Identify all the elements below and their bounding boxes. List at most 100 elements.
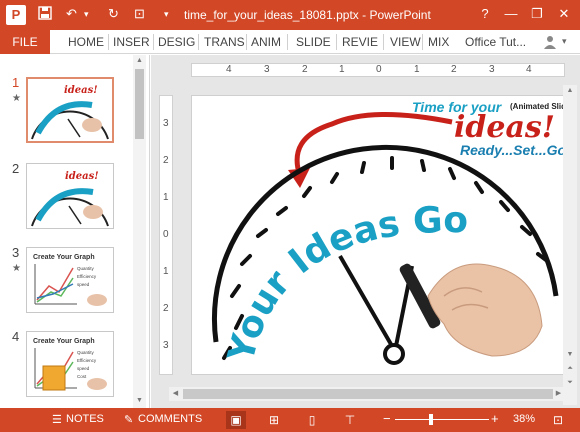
ruler-tick-label: 2 [451, 64, 457, 75]
start-slideshow-icon[interactable]: ⊡ [134, 6, 145, 22]
tab-review[interactable]: REVIE [342, 35, 378, 49]
hand-with-marker-icon [399, 263, 543, 357]
user-icon[interactable] [542, 34, 558, 53]
thumb-graph-title: Create Your Graph [33, 254, 95, 261]
comments-icon[interactable]: ✎ [124, 413, 133, 426]
thumb-graph-item: Cost [77, 374, 87, 379]
ruler-tick-label: 2 [163, 155, 169, 166]
account-name[interactable]: Office Tut... [465, 35, 526, 49]
help-button[interactable]: ? [474, 4, 496, 24]
status-bar: ☰ NOTES ✎ COMMENTS ▣ ⊞ ▯ ⊤ − + 38% ⊡ [0, 408, 580, 432]
reading-view-icon[interactable]: ▯ [302, 411, 322, 429]
editor-vertical-scrollbar[interactable]: ▲ ▼ ⏶ ⏷ [563, 85, 577, 405]
previous-slide-icon[interactable]: ⏶ [563, 365, 577, 373]
tab-animations[interactable]: ANIM [251, 35, 281, 49]
thumb-graph-item: Quantity [77, 350, 95, 355]
zoom-in-button[interactable]: + [491, 411, 499, 426]
scroll-down-icon[interactable]: ▼ [133, 397, 146, 404]
tab-slideshow[interactable]: SLIDE [296, 35, 331, 49]
next-slide-icon[interactable]: ⏷ [563, 379, 577, 387]
animation-star-icon: ★ [12, 93, 21, 104]
tab-transitions[interactable]: TRANS [204, 35, 245, 49]
horizontal-ruler: 4 3 2 1 0 1 2 3 4 [191, 63, 565, 77]
thumb-graph-item: speed [77, 366, 90, 371]
tab-separator [153, 34, 154, 50]
slide-sorter-icon[interactable]: ⊞ [264, 411, 284, 429]
slideshow-view-icon[interactable]: ⊤ [340, 411, 360, 429]
ruler-tick-label: 3 [163, 118, 169, 129]
tab-separator [287, 34, 288, 50]
zoom-level[interactable]: 38% [513, 413, 535, 425]
clock-center-pin [383, 343, 405, 365]
tab-file[interactable]: FILE [0, 30, 50, 54]
tab-design[interactable]: DESIG [158, 35, 195, 49]
thumb-graph-item: Quantity [77, 266, 95, 271]
zoom-slider[interactable] [395, 419, 489, 420]
tab-mix[interactable]: MIX [428, 35, 449, 49]
slide-editor: 4 3 2 1 0 1 2 3 4 3 2 1 0 1 2 3 Your Ide… [151, 55, 580, 408]
notes-button[interactable]: NOTES [66, 413, 104, 425]
zoom-slider-handle[interactable] [429, 414, 433, 425]
thumb-graph-title: Create Your Graph [33, 338, 95, 345]
red-arrow-swoosh [294, 112, 453, 177]
ruler-tick-label: 3 [163, 340, 169, 351]
clock-hand-minute [338, 254, 394, 348]
animated-slide-label[interactable]: (Animated Slide) [510, 102, 564, 111]
undo-dropdown-icon[interactable]: ▾ [84, 9, 89, 20]
customize-toolbar-icon[interactable]: ▾ [164, 9, 169, 20]
slide-title-ideas[interactable]: ideas! [454, 110, 555, 145]
fit-to-window-icon[interactable]: ⊡ [548, 411, 568, 429]
editor-horizontal-scrollbar[interactable]: ◀ ▶ [169, 387, 565, 401]
scroll-right-icon[interactable]: ▶ [552, 389, 565, 397]
redo-icon[interactable]: ↻ [108, 6, 119, 22]
window-title: time_for_your_ideas_18081.pptx - PowerPo… [184, 8, 431, 22]
thumbnail-scrollbar[interactable]: ▲ ▼ [133, 55, 146, 408]
normal-view-icon[interactable]: ▣ [226, 411, 246, 429]
scroll-down-icon[interactable]: ▼ [563, 351, 577, 358]
slide-thumbnail-2[interactable]: ideas! [26, 163, 114, 229]
minimize-button[interactable]: — [500, 4, 522, 24]
thumb-ideas-text: ideas! [65, 171, 99, 182]
comments-button[interactable]: COMMENTS [138, 413, 202, 425]
ruler-tick-label: 3 [264, 64, 270, 75]
ruler-tick-label: 1 [414, 64, 420, 75]
thumbnail-number: 4 [12, 329, 20, 344]
thumb-ideas-text: ideas! [64, 85, 98, 96]
slide-thumbnail-pane: 1 ★ ideas! 2 ideas! 3 ★ Create Your Grap… [0, 55, 150, 408]
tab-separator [422, 34, 423, 50]
thumbnail-number: 1 [12, 75, 20, 90]
ruler-tick-label: 1 [339, 64, 345, 75]
title-bar: P ↶ ▾ ↻ ⊡ ▾ time_for_your_ideas_18081.pp… [0, 0, 580, 30]
slide-thumbnail-4[interactable]: Create Your Graph Quantity Efficiency sp… [26, 331, 114, 397]
slide-tagline[interactable]: Ready...Set...Go! [460, 142, 564, 158]
scroll-up-icon[interactable]: ▲ [563, 87, 577, 94]
undo-icon[interactable]: ↶ [66, 6, 77, 22]
scroll-thumb[interactable] [183, 389, 553, 399]
scroll-up-icon[interactable]: ▲ [133, 57, 146, 64]
scroll-thumb[interactable] [135, 69, 144, 139]
ruler-tick-label: 2 [163, 303, 169, 314]
tab-view[interactable]: VIEW [390, 35, 421, 49]
thumbnail-number: 3 [12, 245, 20, 260]
restore-button[interactable]: ❐ [526, 4, 548, 24]
zoom-out-button[interactable]: − [383, 411, 391, 426]
notes-icon[interactable]: ☰ [52, 413, 62, 426]
animation-star-icon: ★ [12, 263, 21, 274]
scroll-left-icon[interactable]: ◀ [169, 389, 182, 397]
thumb-graph-item: Efficiency [77, 358, 97, 363]
ruler-tick-label: 0 [376, 64, 382, 75]
tab-separator [383, 34, 384, 50]
tab-home[interactable]: HOME [68, 35, 104, 49]
slide-canvas[interactable]: Your Ideas Go Here! Time for your ideas!… [191, 95, 565, 375]
close-button[interactable]: ✕ [553, 4, 575, 24]
save-icon[interactable] [38, 6, 52, 23]
ruler-tick-label: 0 [163, 229, 169, 240]
thumb-graph-item: speed [77, 282, 90, 287]
tab-separator [336, 34, 337, 50]
tab-separator [246, 34, 247, 50]
ruler-tick-label: 1 [163, 266, 169, 277]
ribbon-collapse-icon[interactable]: ▾ [562, 36, 567, 47]
slide-thumbnail-3[interactable]: Create Your Graph Quantity Efficiency sp… [26, 247, 114, 313]
tab-insert[interactable]: INSER [113, 35, 150, 49]
slide-thumbnail-1[interactable]: ideas! [26, 77, 114, 143]
